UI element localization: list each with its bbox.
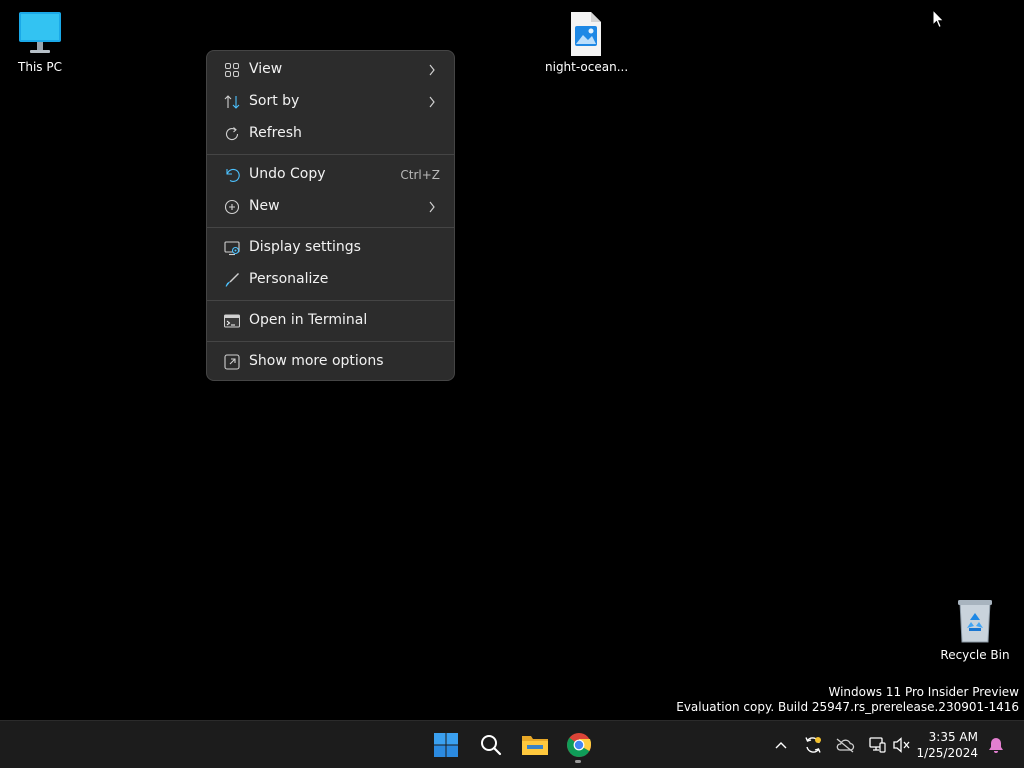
desktop-icon-label: This PC bbox=[18, 60, 62, 74]
image-file-icon bbox=[571, 12, 601, 56]
sort-icon bbox=[224, 95, 240, 109]
notifications-button[interactable] bbox=[986, 735, 1006, 755]
desktop[interactable]: This PC night-ocean... Recycle Bin View … bbox=[0, 0, 1024, 720]
menu-item-shortcut: Ctrl+Z bbox=[400, 168, 440, 182]
menu-item-label: Open in Terminal bbox=[249, 312, 368, 328]
chevron-up-icon bbox=[775, 742, 787, 749]
search-button[interactable] bbox=[475, 729, 507, 761]
start-button[interactable] bbox=[430, 729, 462, 761]
onedrive-button[interactable] bbox=[835, 735, 855, 755]
menu-separator bbox=[207, 300, 454, 301]
chevron-right-icon bbox=[429, 96, 435, 108]
start-icon bbox=[434, 733, 458, 757]
network-icon bbox=[869, 737, 886, 753]
desktop-icon-this-pc[interactable]: This PC bbox=[0, 10, 80, 75]
chrome-icon bbox=[567, 733, 592, 758]
menu-item-label: New bbox=[249, 198, 280, 214]
taskbar: 3:35 AM 1/25/2024 bbox=[0, 720, 1024, 768]
menu-item-new[interactable]: New bbox=[211, 191, 450, 223]
menu-separator bbox=[207, 341, 454, 342]
desktop-context-menu: View Sort by Refresh Undo Copy Ctrl+Z Ne… bbox=[206, 50, 455, 381]
clock-time: 3:35 AM bbox=[928, 730, 978, 744]
file-explorer-button[interactable] bbox=[519, 729, 551, 761]
monitor-icon bbox=[19, 12, 61, 53]
chevron-right-icon bbox=[429, 64, 435, 76]
recycle-bin-icon bbox=[958, 600, 992, 643]
menu-item-refresh[interactable]: Refresh bbox=[211, 118, 450, 150]
running-indicator bbox=[575, 760, 581, 763]
watermark-line-2: Evaluation copy. Build 25947.rs_prerelea… bbox=[676, 700, 1019, 714]
desktop-icon-recycle-bin[interactable]: Recycle Bin bbox=[935, 598, 1015, 663]
menu-item-sort-by[interactable]: Sort by bbox=[211, 86, 450, 118]
menu-item-label: Display settings bbox=[249, 239, 361, 255]
volume-muted-icon bbox=[893, 737, 910, 753]
chevron-right-icon bbox=[429, 201, 435, 213]
desktop-icon-night-ocean[interactable]: night-ocean... bbox=[545, 10, 629, 75]
file-explorer-icon bbox=[522, 736, 548, 755]
menu-item-open-in-terminal[interactable]: Open in Terminal bbox=[211, 305, 450, 337]
desktop-icon-label: night-ocean... bbox=[545, 60, 629, 74]
menu-item-show-more-options[interactable]: Show more options bbox=[211, 346, 450, 378]
menu-separator bbox=[207, 154, 454, 155]
menu-item-label: View bbox=[249, 61, 283, 77]
clock-date: 1/25/2024 bbox=[916, 746, 978, 760]
cloud-off-icon bbox=[836, 738, 855, 753]
menu-item-personalize[interactable]: Personalize bbox=[211, 264, 450, 296]
os-watermark: Windows 11 Pro Insider Preview Evaluatio… bbox=[676, 685, 1019, 715]
chrome-button[interactable] bbox=[563, 729, 595, 761]
menu-separator bbox=[207, 227, 454, 228]
terminal-icon bbox=[224, 314, 240, 328]
grid-view-icon bbox=[225, 63, 239, 77]
refresh-icon bbox=[225, 127, 239, 141]
undo-icon bbox=[226, 168, 240, 182]
menu-item-display-settings[interactable]: Display settings bbox=[211, 232, 450, 264]
menu-item-undo-copy[interactable]: Undo Copy Ctrl+Z bbox=[211, 159, 450, 191]
menu-item-label: Undo Copy bbox=[249, 166, 326, 182]
plus-circle-icon bbox=[224, 199, 240, 215]
menu-item-label: Refresh bbox=[249, 125, 302, 141]
more-options-icon bbox=[224, 354, 240, 370]
bell-icon bbox=[989, 738, 1003, 753]
taskbar-clock[interactable]: 3:35 AM 1/25/2024 bbox=[916, 729, 978, 761]
brush-icon bbox=[225, 273, 239, 287]
menu-item-label: Personalize bbox=[249, 271, 329, 287]
sync-icon bbox=[805, 737, 821, 753]
display-settings-icon bbox=[224, 241, 240, 256]
menu-item-label: Sort by bbox=[249, 93, 300, 109]
menu-item-label: Show more options bbox=[249, 353, 384, 369]
search-icon bbox=[481, 735, 502, 756]
network-button[interactable] bbox=[867, 735, 887, 755]
desktop-icon-label: Recycle Bin bbox=[940, 648, 1010, 662]
menu-item-view[interactable]: View bbox=[211, 54, 450, 86]
volume-button[interactable] bbox=[892, 735, 912, 755]
mouse-cursor-icon bbox=[932, 9, 945, 29]
watermark-line-1: Windows 11 Pro Insider Preview bbox=[828, 685, 1019, 699]
show-hidden-icons-button[interactable] bbox=[771, 735, 791, 755]
sync-status-button[interactable] bbox=[803, 735, 823, 755]
